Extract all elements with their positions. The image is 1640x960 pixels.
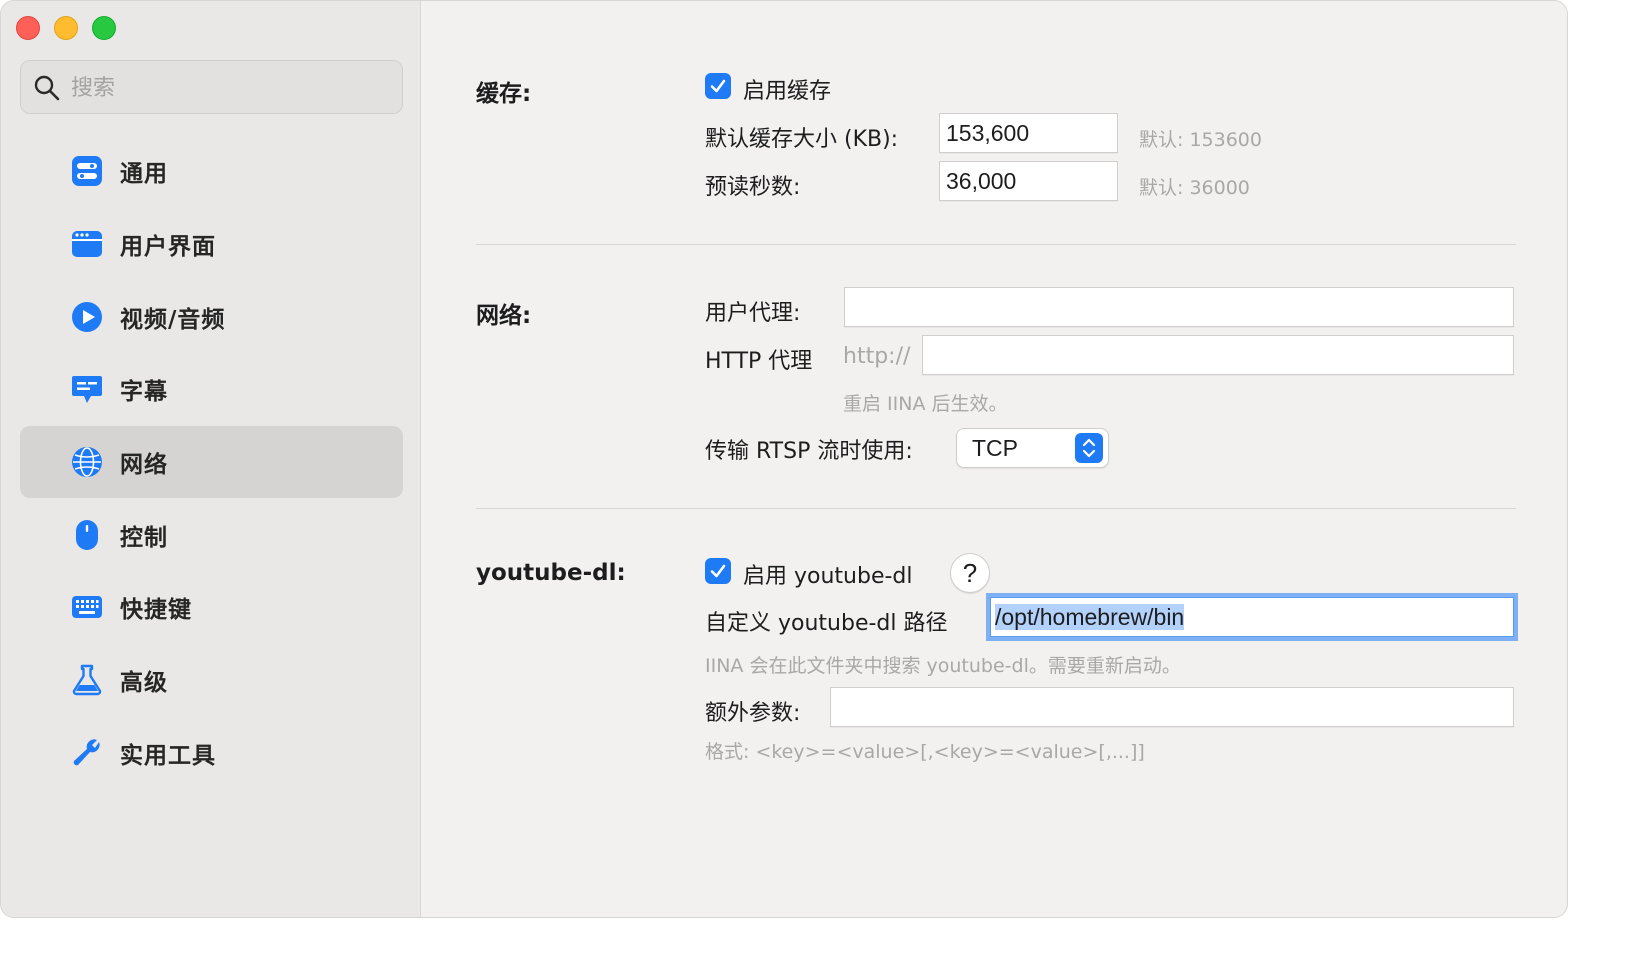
sidebar-item-label: 实用工具 — [120, 742, 216, 769]
search-input[interactable] — [71, 71, 391, 105]
sidebar-item-general[interactable]: 通用 — [20, 135, 403, 208]
sidebar-item-shortcuts[interactable]: 快捷键 — [20, 571, 403, 644]
cache-size-field[interactable] — [939, 113, 1118, 153]
sidebar-nav: 通用 用户界面 视频/音频 字幕 网络 控制 快捷键 高级 实用工具 — [20, 135, 403, 789]
http-proxy-prefix: http:// — [843, 344, 911, 369]
sidebar: 通用 用户界面 — [1, 1, 421, 917]
http-proxy-field[interactable] — [922, 335, 1514, 375]
section-divider — [476, 508, 1516, 509]
checkmark-icon — [710, 79, 726, 93]
close-window-button[interactable] — [16, 16, 40, 40]
rtsp-transport-select[interactable]: TCP — [956, 428, 1109, 468]
extra-args-label: 额外参数: — [705, 701, 801, 726]
cache-size-default: 默认: 153600 — [1139, 129, 1262, 151]
sidebar-item-ui[interactable]: 用户界面 — [20, 208, 403, 281]
enable-cache-checkbox[interactable] — [705, 73, 731, 99]
sidebar-item-network[interactable]: 网络 — [20, 425, 403, 499]
extra-args-hint: 格式: <key>=<value>[,<key>=<value>[,...]] — [705, 741, 1145, 763]
toggles-icon — [70, 154, 104, 188]
ytdl-section-label: youtube-dl: — [476, 560, 626, 586]
updown-chevron-icon — [1075, 433, 1103, 463]
ytdl-path-hint: IINA 会在此文件夹中搜索 youtube-dl。需要重新启动。 — [705, 655, 1181, 677]
extra-args-field[interactable] — [830, 687, 1514, 727]
help-button[interactable]: ? — [950, 553, 990, 593]
flask-icon — [70, 663, 104, 697]
mouse-icon — [70, 518, 104, 552]
content-pane: 缓存: 启用缓存 默认缓存大小 (KB): 默认: 153600 预读秒数: 默… — [422, 1, 1567, 917]
rtsp-transport-value: TCP — [972, 435, 1018, 461]
sidebar-item-label: 控制 — [120, 524, 168, 551]
http-proxy-label: HTTP 代理 — [705, 349, 813, 374]
network-section-label: 网络: — [476, 303, 532, 329]
sidebar-item-subtitles[interactable]: 字幕 — [20, 353, 403, 426]
sidebar-item-label: 字幕 — [120, 379, 168, 406]
rtsp-label: 传输 RTSP 流时使用: — [705, 439, 913, 464]
sidebar-item-controls[interactable]: 控制 — [20, 498, 403, 571]
ytdl-path-field[interactable]: /opt/homebrew/bin — [986, 593, 1518, 641]
cache-section-label: 缓存: — [476, 81, 532, 107]
enable-cache-label: 启用缓存 — [743, 79, 832, 104]
section-divider — [476, 244, 1516, 245]
enable-ytdl-label: 启用 youtube-dl — [743, 564, 913, 589]
sidebar-item-label: 网络 — [120, 452, 168, 479]
readahead-field[interactable] — [939, 161, 1118, 201]
sidebar-item-video-audio[interactable]: 视频/音频 — [20, 280, 403, 353]
keyboard-icon — [70, 590, 104, 624]
user-agent-label: 用户代理: — [705, 301, 801, 326]
search-box[interactable] — [20, 60, 403, 114]
minimize-window-button[interactable] — [54, 16, 78, 40]
cache-size-label: 默认缓存大小 (KB): — [705, 127, 899, 152]
sidebar-item-label: 快捷键 — [120, 597, 192, 624]
globe-icon — [70, 445, 104, 479]
sidebar-item-advanced[interactable]: 高级 — [20, 644, 403, 717]
sidebar-item-label: 用户界面 — [120, 234, 216, 261]
ytdl-path-value: /opt/homebrew/bin — [995, 604, 1185, 630]
window-icon — [70, 227, 104, 261]
wrench-icon — [70, 736, 104, 770]
sidebar-item-utilities[interactable]: 实用工具 — [20, 717, 403, 790]
restart-hint: 重启 IINA 后生效。 — [843, 393, 1008, 415]
sidebar-item-label: 高级 — [120, 670, 168, 697]
readahead-default: 默认: 36000 — [1139, 177, 1250, 199]
readahead-label: 预读秒数: — [705, 175, 801, 200]
subtitle-bubble-icon — [70, 372, 104, 406]
sidebar-item-label: 通用 — [120, 161, 168, 188]
zoom-window-button[interactable] — [92, 16, 116, 40]
sidebar-item-label: 视频/音频 — [120, 306, 226, 333]
play-icon — [70, 300, 104, 334]
checkmark-icon — [710, 564, 726, 578]
preferences-window: 通用 用户界面 — [0, 0, 1568, 918]
ytdl-path-label: 自定义 youtube-dl 路径 — [705, 611, 948, 636]
search-icon — [34, 75, 60, 101]
user-agent-field[interactable] — [844, 287, 1514, 327]
enable-ytdl-checkbox[interactable] — [705, 558, 731, 584]
